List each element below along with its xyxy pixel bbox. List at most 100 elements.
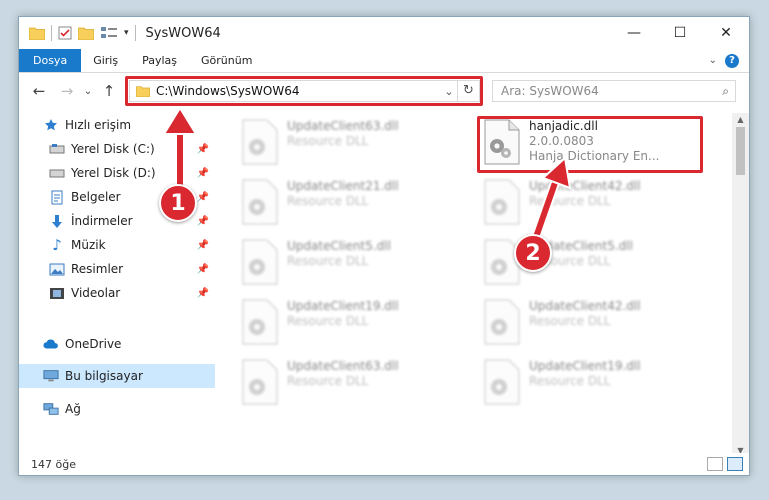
- customize-toolbar-icon[interactable]: ▾: [124, 28, 129, 38]
- list-item[interactable]: UpdateClient63.dll Resource DLL: [239, 119, 469, 171]
- file-type: Resource DLL: [287, 194, 369, 208]
- sidebar-item-label: Belgeler: [71, 190, 121, 204]
- dll-file-icon: [481, 359, 521, 405]
- forward-button[interactable]: →: [53, 82, 81, 100]
- new-folder-icon[interactable]: [78, 26, 94, 40]
- minimize-button[interactable]: —: [611, 17, 657, 49]
- step-badge-1: 1: [159, 184, 197, 222]
- sidebar-item-local-disk-c[interactable]: Yerel Disk (C:) 📌: [19, 137, 215, 161]
- sidebar-item-label: Resimler: [71, 262, 124, 276]
- list-item[interactable]: UpdateClient42.dll Resource DLL: [481, 179, 711, 231]
- help-button[interactable]: ?: [725, 53, 739, 68]
- file-type: Resource DLL: [287, 314, 369, 328]
- file-list: UpdateClient63.dll Resource DLL UpdateCli…: [219, 113, 731, 458]
- toolbar-divider: [51, 25, 52, 41]
- file-name: UpdateClient5.dll: [287, 239, 391, 253]
- list-item[interactable]: UpdateClient42.dll Resource DLL: [481, 299, 711, 351]
- tab-file[interactable]: Dosya: [19, 49, 82, 72]
- tiles-view-icon[interactable]: [727, 457, 743, 471]
- sidebar-item-label: Ağ: [65, 402, 81, 416]
- dll-file-icon: [239, 119, 279, 165]
- pin-icon[interactable]: 📌: [197, 240, 209, 251]
- list-item[interactable]: UpdateClient19.dll Resource DLL: [481, 359, 711, 411]
- window-controls: — ☐ ✕: [611, 17, 749, 49]
- sidebar-item-label: Videolar: [71, 286, 121, 300]
- status-bar: 147 öğe: [19, 453, 749, 475]
- sidebar-item-label: Müzik: [71, 238, 106, 252]
- properties-icon[interactable]: [58, 26, 72, 40]
- dll-file-icon: [481, 299, 521, 345]
- step-badge-2: 2: [514, 234, 552, 272]
- sidebar-item-this-pc[interactable]: Bu bilgisayar: [19, 364, 215, 388]
- window-title: SysWOW64: [145, 25, 221, 41]
- sidebar-item-pictures[interactable]: Resimler 📌: [19, 257, 215, 281]
- tab-home[interactable]: Giriş: [81, 49, 130, 72]
- sidebar-item-network[interactable]: Ağ: [19, 397, 215, 421]
- computer-icon: [43, 368, 59, 384]
- vertical-scrollbar[interactable]: ▲ ▼: [732, 113, 749, 458]
- maximize-button[interactable]: ☐: [657, 17, 703, 49]
- recent-locations-button[interactable]: ⌄: [81, 86, 95, 97]
- search-icon[interactable]: ⌕: [722, 84, 729, 99]
- sidebar-item-label: Yerel Disk (D:): [71, 166, 156, 180]
- sidebar-item-quick-access[interactable]: Hızlı erişim: [19, 113, 215, 137]
- tab-share[interactable]: Paylaş: [130, 49, 189, 72]
- close-button[interactable]: ✕: [703, 17, 749, 49]
- address-highlight-frame: [125, 76, 483, 106]
- pin-icon[interactable]: 📌: [197, 144, 209, 155]
- file-name: UpdateClient19.dll: [287, 299, 399, 313]
- file-type: Resource DLL: [529, 374, 611, 388]
- pin-icon[interactable]: 📌: [197, 264, 209, 275]
- search-box[interactable]: Ara: SysWOW64 ⌕: [492, 80, 736, 102]
- star-icon: [43, 117, 59, 133]
- sidebar-item-videos[interactable]: Videolar 📌: [19, 281, 215, 305]
- title-bar: ▾ SysWOW64 — ☐ ✕: [19, 17, 749, 49]
- network-icon: [43, 401, 59, 417]
- sidebar-item-label: Bu bilgisayar: [65, 369, 143, 383]
- expand-ribbon-icon[interactable]: ⌄: [709, 55, 717, 66]
- back-button[interactable]: ←: [25, 82, 53, 100]
- file-highlight-frame: [477, 116, 703, 173]
- scroll-up-button[interactable]: ▲: [732, 113, 749, 127]
- toolbar-divider: [134, 25, 136, 41]
- videos-icon: [49, 285, 65, 301]
- download-icon: [49, 213, 65, 229]
- pin-icon[interactable]: 📌: [197, 216, 209, 227]
- view-options-icon[interactable]: [100, 26, 118, 40]
- dll-file-icon: [239, 179, 279, 225]
- item-count: 147 öğe: [31, 457, 76, 471]
- file-type: Resource DLL: [529, 194, 611, 208]
- details-view-icon[interactable]: [707, 457, 723, 471]
- drive-icon: [49, 141, 65, 157]
- pin-icon[interactable]: 📌: [197, 288, 209, 299]
- drive-icon: [49, 165, 65, 181]
- music-icon: ♪: [52, 236, 62, 254]
- file-type: Resource DLL: [287, 254, 369, 268]
- up-button[interactable]: ↑: [95, 82, 123, 100]
- dll-file-icon: [481, 179, 521, 225]
- sidebar-item-label: İndirmeler: [71, 214, 133, 228]
- pictures-icon: [49, 261, 65, 277]
- navigation-pane: Hızlı erişim Yerel Disk (C:) 📌 Yerel Dis…: [19, 113, 215, 458]
- list-item[interactable]: UpdateClient5.dll Resource DLL: [239, 239, 469, 291]
- sidebar-item-local-disk-d[interactable]: Yerel Disk (D:) 📌: [19, 161, 215, 185]
- list-item[interactable]: UpdateClient21.dll Resource DLL: [239, 179, 469, 231]
- dll-file-icon: [239, 239, 279, 285]
- list-item[interactable]: UpdateClient63.dll Resource DLL: [239, 359, 469, 411]
- cloud-icon: [43, 336, 59, 352]
- search-placeholder: Ara: SysWOW64: [501, 84, 599, 98]
- file-name: UpdateClient42.dll: [529, 299, 641, 313]
- sidebar-item-onedrive[interactable]: OneDrive: [19, 332, 215, 356]
- explorer-window: ▾ SysWOW64 — ☐ ✕ Dosya Giriş Paylaş Görü…: [18, 16, 750, 476]
- dll-file-icon: [239, 359, 279, 405]
- sidebar-item-label: Hızlı erişim: [65, 118, 132, 132]
- pin-icon[interactable]: 📌: [197, 168, 209, 179]
- sidebar-item-music[interactable]: ♪ Müzik 📌: [19, 233, 215, 257]
- tab-view[interactable]: Görünüm: [189, 49, 264, 72]
- file-name: UpdateClient63.dll: [287, 119, 399, 133]
- pin-icon[interactable]: 📌: [197, 192, 209, 203]
- sidebar-item-label: Yerel Disk (C:): [71, 142, 155, 156]
- scrollbar-thumb[interactable]: [736, 127, 745, 175]
- list-item[interactable]: UpdateClient19.dll Resource DLL: [239, 299, 469, 351]
- documents-icon: [49, 189, 65, 205]
